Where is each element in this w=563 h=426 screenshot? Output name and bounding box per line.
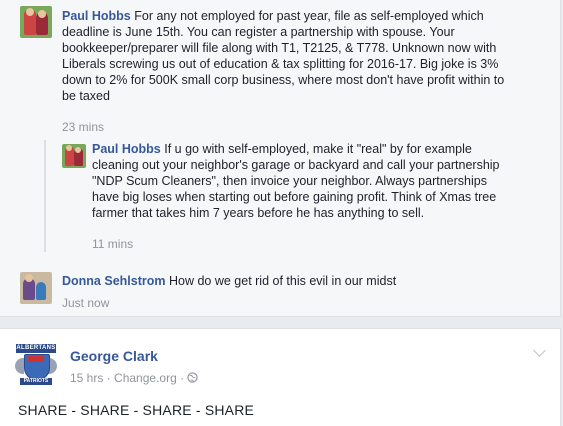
post-source-link[interactable]: Change.org xyxy=(114,371,177,385)
comment-1-body: Paul Hobbs For any not employed for past… xyxy=(62,8,552,104)
comment-line: Liberals screwing us out of education & … xyxy=(62,57,499,71)
post-timestamp[interactable]: 15 hrs xyxy=(70,371,103,385)
logo-top-text: ALBERTANS xyxy=(16,344,56,353)
comment-3-body: Donna Sehlstrom How do we get rid of thi… xyxy=(62,273,552,289)
comment-timestamp[interactable]: Just now xyxy=(62,296,109,310)
paul-hobbs-avatar[interactable] xyxy=(62,144,86,168)
post-meta: 15 hrs · Change.org · xyxy=(70,371,199,385)
donna-sehlstrom-avatar[interactable] xyxy=(20,272,52,304)
globe-icon xyxy=(187,372,199,383)
comment-2-body: Paul Hobbs If u go with self-employed, m… xyxy=(92,141,552,221)
comment-line: have big loses when starting out before … xyxy=(92,190,497,204)
paul-hobbs-avatar[interactable] xyxy=(20,6,52,38)
comment-line: farmer that takes him 7 years before he … xyxy=(92,206,425,220)
comment-timestamp[interactable]: 11 mins xyxy=(92,237,133,251)
comments-section: Paul Hobbs For any not employed for past… xyxy=(0,0,561,317)
comment-line: How do we get rid of this evil in our mi… xyxy=(168,274,397,288)
albertans-patriots-logo[interactable]: ALBERTANS PATRIOTS xyxy=(14,342,58,386)
post-author-link[interactable]: George Clark xyxy=(70,348,158,364)
comment-line: If u go with self-employed, make it "rea… xyxy=(164,142,472,156)
comment-author-link[interactable]: Paul Hobbs xyxy=(62,9,131,23)
comment-line: deadline is June 15th. You can register … xyxy=(62,25,455,39)
comment-line: bookkeeper/preparer will file along with… xyxy=(62,41,497,55)
comment-line: For any not employed for past year, file… xyxy=(134,9,484,23)
comment-timestamp[interactable]: 23 mins xyxy=(62,120,104,134)
post-text: SHARE - SHARE - SHARE - SHARE xyxy=(18,402,255,418)
comment-line: "NDP Scum Cleaners", then invoice your n… xyxy=(92,174,487,188)
comment-author-link[interactable]: Donna Sehlstrom xyxy=(62,274,166,288)
reply-thread-line xyxy=(44,140,46,252)
comment-line: be taxed xyxy=(62,89,110,103)
logo-bottom-text: PATRIOTS xyxy=(20,378,52,385)
comment-author-link[interactable]: Paul Hobbs xyxy=(92,142,161,156)
comment-line: cleaning out your neighbor's garage or b… xyxy=(92,158,500,172)
comment-line: down to 2% for 500K small corp business,… xyxy=(62,73,505,87)
